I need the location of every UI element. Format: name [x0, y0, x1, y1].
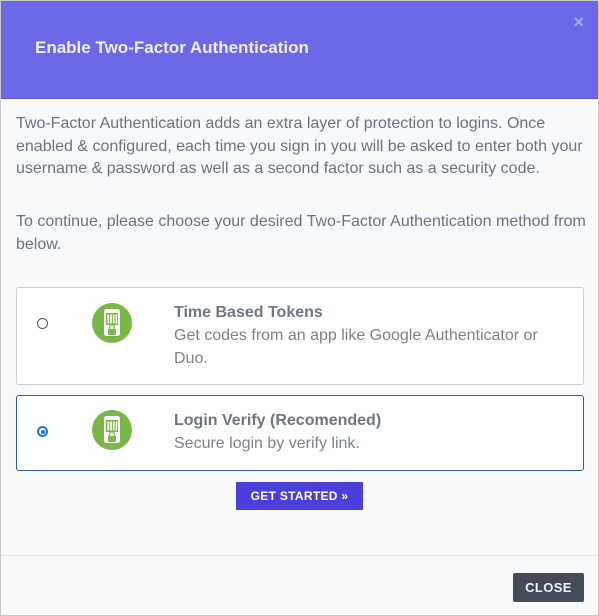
option-title: Time Based Tokens	[174, 304, 323, 321]
radio-time-based-tokens[interactable]	[37, 318, 48, 329]
get-started-button[interactable]: GET STARTED »	[236, 482, 363, 510]
close-icon[interactable]: ×	[573, 13, 584, 31]
intro-text: Two-Factor Authentication adds an extra …	[16, 115, 583, 177]
phone-lock-icon	[91, 302, 133, 344]
footer-divider	[1, 555, 598, 556]
option-login-verify[interactable]: Login Verify (Recomended) Secure login b…	[16, 395, 584, 471]
choose-method-text: To continue, please choose your desired …	[16, 213, 586, 253]
close-button[interactable]: CLOSE	[513, 573, 584, 602]
option-title: Login Verify (Recomended)	[174, 412, 382, 429]
option-description: Get codes from an app like Google Authen…	[174, 327, 538, 367]
option-time-based-tokens[interactable]: Time Based Tokens Get codes from an app …	[16, 287, 584, 385]
modal-title: Enable Two-Factor Authentication	[35, 38, 309, 57]
two-factor-modal: Enable Two-Factor Authentication × Two-F…	[0, 0, 599, 616]
modal-header: Enable Two-Factor Authentication ×	[1, 1, 598, 99]
option-description: Secure login by verify link.	[174, 435, 360, 452]
radio-login-verify[interactable]	[37, 426, 48, 437]
phone-lock-icon	[91, 409, 133, 451]
